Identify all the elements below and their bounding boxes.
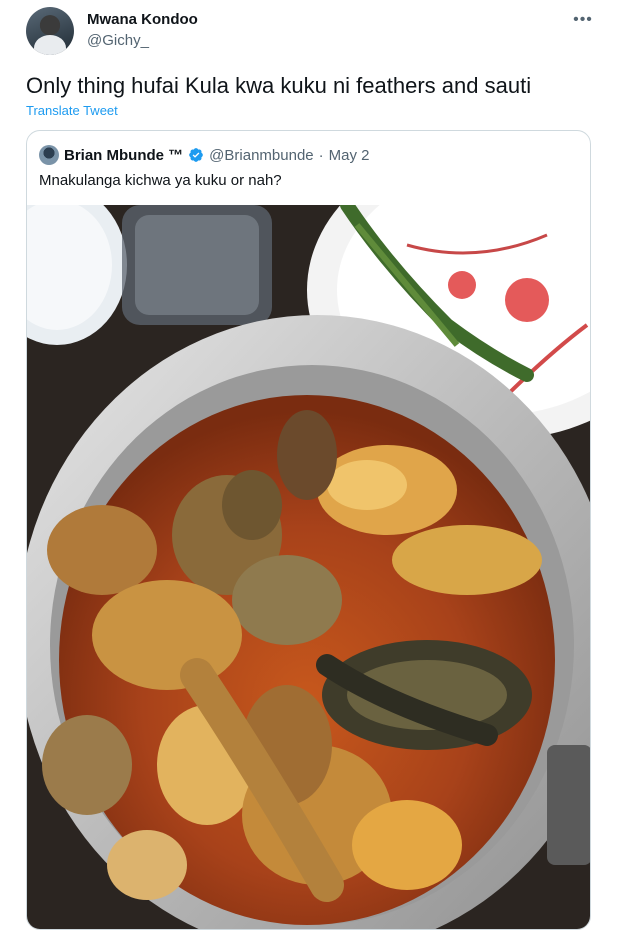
- more-horizontal-icon[interactable]: •••: [571, 8, 595, 32]
- quoted-author-avatar[interactable]: [39, 145, 59, 165]
- tweet-text: Only thing hufai Kula kwa kuku ni feathe…: [26, 73, 532, 98]
- quoted-author-name[interactable]: Brian Mbunde ™: [64, 147, 183, 164]
- quoted-header: Brian Mbunde ™ @Brianmbunde · May 2: [39, 145, 369, 165]
- quoted-photo[interactable]: [27, 205, 591, 930]
- author-avatar[interactable]: [26, 7, 74, 55]
- separator-dot: ·: [318, 146, 324, 164]
- quoted-author-handle[interactable]: @Brianmbunde: [209, 147, 313, 164]
- quoted-text: Mnakulanga kichwa ya kuku or nah?: [39, 172, 282, 189]
- author-name[interactable]: Mwana Kondoo: [87, 11, 198, 28]
- author-handle[interactable]: @Gichy_: [87, 32, 149, 49]
- tweet: Mwana Kondoo @Gichy_ ••• Only thing hufa…: [0, 0, 621, 930]
- quoted-date[interactable]: May 2: [329, 147, 370, 164]
- translate-tweet-link[interactable]: Translate Tweet: [26, 103, 118, 118]
- verified-badge-icon: [188, 147, 204, 163]
- quoted-tweet[interactable]: Brian Mbunde ™ @Brianmbunde · May 2 Mnak…: [26, 130, 591, 930]
